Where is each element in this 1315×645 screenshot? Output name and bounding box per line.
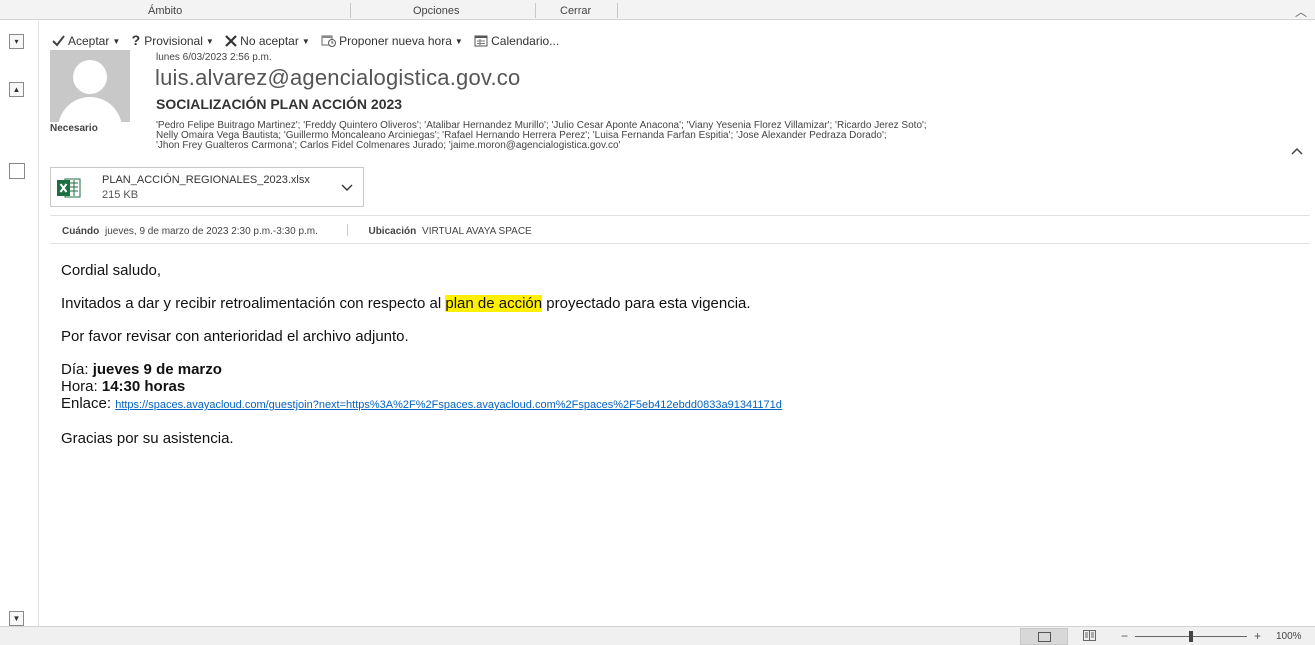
day-value: jueves 9 de marzo xyxy=(92,361,222,378)
dropdown-arrow-icon[interactable]: ▾ xyxy=(9,34,24,49)
chevron-down-icon: ▼ xyxy=(301,37,310,46)
ribbon-group-scope: Ámbito xyxy=(148,5,183,17)
link-label: Enlace: xyxy=(61,395,116,412)
tentative-button[interactable]: ? Provisional ▼ xyxy=(132,32,214,48)
attachment-name: PLAN_ACCIÓN_REGIONALES_2023.xlsx xyxy=(102,174,310,186)
ribbon-separator xyxy=(535,3,536,18)
normal-view-icon xyxy=(1038,632,1051,642)
close-icon xyxy=(225,35,237,47)
normal-view-button[interactable] xyxy=(1020,628,1068,645)
attachment-card[interactable]: PLAN_ACCIÓN_REGIONALES_2023.xlsx 215 KB xyxy=(50,167,364,207)
calendar-icon xyxy=(474,35,488,47)
when-value: jueves, 9 de marzo de 2023 2:30 p.m.-3:3… xyxy=(105,226,318,237)
day-label: Día: xyxy=(61,361,93,378)
attendees-line: 'Jhon Frey Gualteros Carmona'; Carlos Fi… xyxy=(156,140,621,151)
avatar xyxy=(50,50,130,122)
decline-button[interactable]: No aceptar ▼ xyxy=(225,34,310,48)
time-value: 14:30 horas xyxy=(101,378,186,395)
zoom-slider-thumb[interactable] xyxy=(1189,631,1193,642)
chevron-down-icon: ▼ xyxy=(205,37,214,46)
checkmark-icon xyxy=(52,35,65,47)
propose-new-time-button[interactable]: Proponer nueva hora ▼ xyxy=(321,34,463,48)
status-bar: − + 100% xyxy=(0,626,1315,645)
review-paragraph: Por favor revisar con anterioridad el ar… xyxy=(61,328,409,345)
zoom-in-button[interactable]: + xyxy=(1254,629,1261,643)
left-gutter: ▾ ▲ ▼ xyxy=(0,21,33,626)
calendar-button[interactable]: Calendario... xyxy=(474,34,559,48)
gutter-checkbox[interactable] xyxy=(9,163,25,179)
propose-label: Proponer nueva hora xyxy=(339,34,452,48)
chevron-down-icon[interactable] xyxy=(341,183,353,193)
collapse-header-icon[interactable] xyxy=(1290,145,1304,157)
ribbon-separator xyxy=(617,3,618,18)
avatar-body xyxy=(58,97,122,122)
sender-address[interactable]: luis.alvarez@agencialogistica.gov.co xyxy=(155,65,520,91)
required-attendees-list[interactable]: 'Pedro Felipe Buitrago Martinez'; 'Fredd… xyxy=(156,121,1236,151)
scroll-down-icon[interactable]: ▼ xyxy=(9,611,24,626)
response-toolbar: Aceptar ▼ ? Provisional ▼ No aceptar ▼ Propo… xyxy=(52,32,567,48)
accept-button[interactable]: Aceptar ▼ xyxy=(52,34,120,48)
chevron-down-icon: ▼ xyxy=(454,37,463,46)
meeting-link[interactable]: https://spaces.avayacloud.com/guestjoin?… xyxy=(115,399,782,411)
sent-date: lunes 6/03/2023 2:56 p.m. xyxy=(156,52,272,63)
ribbon-group-close: Cerrar xyxy=(560,5,592,17)
tentative-label: Provisional xyxy=(144,34,203,48)
time-line: Hora: 14:30 horas xyxy=(61,378,782,395)
divider xyxy=(50,243,1310,244)
location-label: Ubicación xyxy=(368,226,417,237)
invite-text: proyectado para esta vigencia. xyxy=(542,295,751,312)
collapse-ribbon-icon[interactable]: ︿ xyxy=(1295,3,1307,20)
invite-text: Invitados a dar y recibir retroalimentac… xyxy=(61,295,446,312)
attachment-size: 215 KB xyxy=(102,189,139,201)
ribbon-separator xyxy=(350,3,351,18)
day-line: Día: jueves 9 de marzo xyxy=(61,361,782,378)
calendar-label: Calendario... xyxy=(491,34,560,48)
meeting-info-separator xyxy=(346,224,348,236)
zoom-out-button[interactable]: − xyxy=(1121,629,1128,643)
chevron-down-icon: ▼ xyxy=(112,37,121,46)
required-attendees-label: Necesario xyxy=(50,123,98,134)
message-body: Cordial saludo, Invitados a dar y recibi… xyxy=(61,262,782,447)
time-label: Hora: xyxy=(61,378,102,395)
avatar-head xyxy=(73,60,107,94)
highlighted-text: plan de acción xyxy=(445,295,543,312)
decline-label: No aceptar xyxy=(240,34,299,48)
accept-label: Aceptar xyxy=(68,34,110,48)
thanks-paragraph: Gracias por su asistencia. xyxy=(61,430,234,447)
gutter-divider xyxy=(38,21,39,626)
reading-view-icon[interactable] xyxy=(1083,630,1096,641)
ribbon-group-options: Opciones xyxy=(413,5,460,17)
zoom-level[interactable]: 100% xyxy=(1276,631,1302,642)
excel-icon xyxy=(57,178,81,198)
greeting: Cordial saludo, xyxy=(61,262,162,279)
scroll-up-icon[interactable]: ▲ xyxy=(9,82,24,97)
meeting-subject: SOCIALIZACIÓN PLAN ACCIÓN 2023 xyxy=(156,96,403,112)
question-mark-icon: ? xyxy=(131,32,141,48)
link-line: Enlace: https://spaces.avayacloud.com/gu… xyxy=(61,395,782,414)
calendar-clock-icon xyxy=(321,35,337,47)
ribbon-group-bar: Ámbito Opciones Cerrar ︿ xyxy=(0,0,1315,20)
when-label: Cuándo xyxy=(62,226,100,237)
location-value: VIRTUAL AVAYA SPACE xyxy=(422,226,532,237)
meeting-info: Cuándo jueves, 9 de marzo de 2023 2:30 p… xyxy=(62,224,532,237)
divider xyxy=(50,215,1310,216)
invite-paragraph: Invitados a dar y recibir retroalimentac… xyxy=(61,295,782,312)
